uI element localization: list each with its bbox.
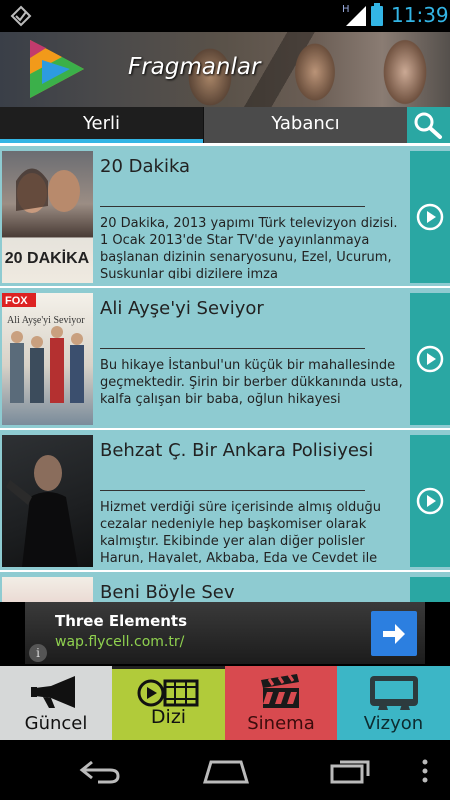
- list-item[interactable]: 20 DAKİKA 20 Dakika 20 Dakika, 2013 yapı…: [0, 146, 450, 286]
- divider: [100, 348, 365, 349]
- item-title: Behzat Ç. Bir Ankara Polisiyesi: [100, 440, 374, 461]
- nav-dizi[interactable]: Dizi: [112, 666, 225, 740]
- ad-open-button[interactable]: [371, 611, 417, 656]
- nav-label: Güncel: [24, 713, 88, 734]
- play-logo-icon: [30, 40, 84, 98]
- tab-yerli[interactable]: Yerli: [0, 107, 203, 143]
- nav-sinema[interactable]: Sinema: [225, 666, 337, 740]
- signal-icon: [346, 6, 366, 26]
- page-title: Fragmanlar: [128, 54, 261, 80]
- poster-image: [2, 577, 93, 602]
- cinema-screen-icon: [369, 676, 418, 710]
- item-description: Bu hikaye İstanbul'un küçük bir mahalles…: [100, 358, 403, 407]
- arrow-right-icon: [383, 624, 405, 644]
- clock: 11:39: [391, 3, 449, 27]
- item-description: Hizmet verdiği süre içerisinde almış old…: [100, 500, 381, 563]
- item-title: Ali Ayşe'yi Seviyor: [100, 298, 264, 319]
- megaphone-icon: [31, 676, 75, 708]
- clapperboard-icon: [261, 674, 299, 708]
- nav-label: Vizyon: [363, 713, 424, 734]
- ad-title: Three Elements: [55, 612, 188, 630]
- svg-text:Ali Ayşe'yi Seviyor: Ali Ayşe'yi Seviyor: [7, 315, 85, 326]
- poster-image: [2, 435, 93, 567]
- divider: [100, 206, 365, 207]
- nav-label: Sinema: [247, 713, 315, 734]
- nav-label: Dizi: [150, 706, 187, 728]
- play-button[interactable]: [410, 151, 450, 283]
- search-icon: [414, 112, 442, 139]
- poster-image: FOX Ali Ayşe'yi Seviyor: [2, 293, 93, 425]
- overflow-menu-icon[interactable]: [420, 758, 430, 784]
- item-description: 20 Dakika, 2013 yapımı Türk televizyon d…: [100, 216, 398, 279]
- search-button[interactable]: [407, 107, 450, 143]
- battery-icon: [371, 3, 383, 26]
- ad-banner[interactable]: Three Elements wap.flycell.com.tr/ i: [25, 602, 425, 664]
- system-nav-bar: [0, 740, 450, 800]
- nav-guncel[interactable]: Güncel: [0, 666, 112, 740]
- item-title: Beni Böyle Sev: [100, 582, 235, 602]
- notification-icon: [10, 5, 32, 27]
- tab-yabanci[interactable]: Yabancı: [203, 107, 407, 143]
- tab-bar: Yerli Yabancı: [0, 107, 450, 143]
- ad-info-icon[interactable]: i: [29, 644, 47, 662]
- ad-url: wap.flycell.com.tr/: [55, 634, 185, 650]
- bottom-nav: Güncel Dizi Sinema Vizyon: [0, 666, 450, 740]
- svg-text:20 DAKİKA: 20 DAKİKA: [5, 249, 90, 267]
- play-icon: [416, 487, 444, 515]
- nav-vizyon[interactable]: Vizyon: [337, 666, 450, 740]
- home-icon[interactable]: [203, 758, 249, 784]
- list-item[interactable]: Behzat Ç. Bir Ankara Polisiyesi Hizmet v…: [0, 430, 450, 570]
- list-item[interactable]: Beni Böyle Sev: [0, 572, 450, 602]
- status-bar: H 11:39: [0, 0, 450, 32]
- back-icon[interactable]: [78, 758, 122, 784]
- play-icon: [416, 203, 444, 231]
- series-list[interactable]: 20 DAKİKA 20 Dakika 20 Dakika, 2013 yapı…: [0, 143, 450, 602]
- list-item[interactable]: FOX Ali Ayşe'yi Seviyor Ali Ayşe'yi Sevi…: [0, 288, 450, 428]
- play-button[interactable]: [410, 435, 450, 567]
- item-title: 20 Dakika: [100, 156, 191, 177]
- play-icon: [416, 345, 444, 373]
- play-button[interactable]: [410, 293, 450, 425]
- divider: [100, 490, 365, 491]
- recent-apps-icon[interactable]: [330, 758, 372, 784]
- play-button[interactable]: [410, 577, 450, 602]
- svg-text:FOX: FOX: [5, 295, 28, 307]
- poster-image: 20 DAKİKA: [2, 151, 93, 283]
- app-header: Fragmanlar: [0, 32, 450, 107]
